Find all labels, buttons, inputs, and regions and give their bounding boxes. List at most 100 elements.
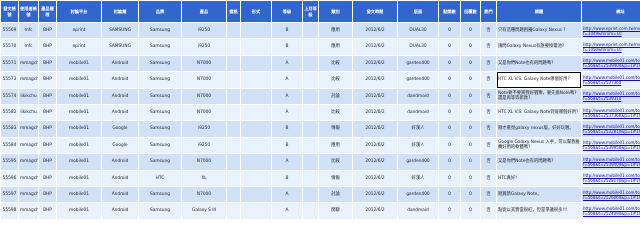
permission-cell: BHP — [39, 104, 56, 121]
board-cell: garden400 — [398, 72, 438, 88]
permission-cell: BHP — [39, 88, 56, 104]
views-cell: 0 — [439, 104, 460, 121]
url-link[interactable]: http://www.mobile01.com/topicdetail.php?… — [582, 88, 640, 104]
level-cell: A — [272, 55, 302, 72]
replies-cell: 0 — [461, 23, 480, 39]
views-cell: 0 — [439, 154, 460, 170]
table-row[interactable]: 55569 mfc BHP eprint SAMSUNG Samsung i9250 B 應用 2… — [1, 23, 640, 39]
table-row[interactable]: 55574 likikchu BHP mobile01 Android Samsung N7… — [1, 88, 640, 104]
title-cell: HTC XL V.S. Galaxy Note到底哪個好用? — [497, 104, 581, 121]
hot-cell: 否 — [481, 72, 496, 88]
column-header[interactable]: 點閱數 — [439, 1, 460, 22]
permission-cell: BHP — [39, 203, 56, 219]
column-header[interactable]: 類別 — [319, 1, 352, 22]
format-cell — [241, 88, 271, 104]
column-header[interactable]: 討論類 — [102, 1, 138, 22]
post-id-cell: 55596 — [1, 170, 18, 186]
hot-cell: 否 — [481, 203, 496, 219]
post-id-cell: 55571 — [1, 55, 18, 72]
url-link[interactable]: http://www.mobile01.com/topicdetail.php?… — [582, 72, 640, 88]
url-link[interactable]: http://www.mobile01.com/topicdetail.php?… — [582, 170, 640, 186]
board-cell: dandmaid — [398, 203, 438, 219]
type-cell: 情報 — [319, 170, 352, 186]
brand-cell: Samsung — [139, 39, 181, 55]
url-link[interactable]: http://www.mobile01.com/topicdetail.php?… — [582, 154, 640, 170]
column-header[interactable]: 等級 — [272, 1, 302, 22]
column-header[interactable]: 版面 — [398, 1, 438, 22]
column-header[interactable]: 產品 — [182, 1, 226, 22]
brand-cell: Samsung — [139, 55, 181, 72]
post-id-cell: 55598 — [1, 203, 18, 219]
table-row[interactable]: 55583mmagchuBHPmobile01GoogleSamsungi925… — [1, 121, 640, 137]
column-header[interactable]: 發文帳號 — [1, 1, 18, 22]
post-id-cell: 55582 — [1, 104, 18, 121]
views-cell: 0 — [439, 55, 460, 72]
format-cell — [241, 186, 271, 203]
date-cell: 2012/6/2 — [353, 55, 397, 72]
user-cell: mfc — [19, 23, 38, 39]
level-cell: A — [272, 203, 302, 219]
column-header[interactable]: 網址 — [582, 1, 640, 22]
type-cell: 比較 — [319, 104, 352, 121]
platform-cell: mobile01 — [57, 154, 101, 170]
views-cell: 0 — [439, 39, 460, 55]
table-row[interactable]: 55584mmagchuBHPmobile01GoogleSamsungi925… — [1, 137, 640, 154]
url-link[interactable]: http://www.mobile01.com/topicdetail.php?… — [582, 121, 640, 137]
column-header[interactable]: 使用者帳號 — [19, 1, 38, 22]
replies-cell: 0 — [461, 72, 480, 88]
column-header[interactable]: 討論平台 — [57, 1, 101, 22]
format-cell — [241, 55, 271, 72]
table-row[interactable]: 55570 mfc BHP eprint SAMSUNG Samsung i9250 B 應用 2… — [1, 39, 640, 55]
date-cell: 2012/6/2 — [353, 104, 397, 121]
data-table: 發文帳號 使用者帳號 產品權限 討論平台 討論類 品牌 產品 價格 形式 等級 … — [0, 0, 640, 220]
table-row[interactable]: 55596mmagchuBHPmobile01AndroidHTCXL B 情報20… — [1, 170, 640, 186]
url-link[interactable]: http://www.mobile01.com/topicdetail.php?… — [582, 137, 640, 154]
date-cell: 2012/6/2 — [353, 88, 397, 104]
user-cell: mmagchu — [19, 186, 38, 203]
post-id-cell: 55595 — [1, 154, 18, 170]
brand-cell: Samsung — [139, 88, 181, 104]
column-header[interactable]: 品牌 — [139, 1, 181, 22]
column-header[interactable]: 標題 — [497, 1, 581, 22]
url-link[interactable]: http://www.eprint.com.tw/modules/newbb/v… — [582, 23, 640, 39]
hot-cell: 否 — [481, 154, 496, 170]
type-cell: 應用 — [319, 137, 352, 154]
title-cell: 只有這種問題困擾Galaxy Nexus ? — [497, 23, 581, 39]
brand-cell: HTC — [139, 170, 181, 186]
last-level-cell — [303, 154, 318, 170]
platform-cell: mobile01 — [57, 104, 101, 121]
category-cell: SAMSUNG — [102, 39, 138, 55]
last-level-cell — [303, 23, 318, 39]
last-level-cell — [303, 39, 318, 55]
url-link[interactable]: http://www.mobile01.com/topicdetail.php?… — [582, 104, 640, 121]
format-cell — [241, 203, 271, 219]
permission-cell: BHP — [39, 186, 56, 203]
table-row[interactable]: 55597mmagchuBHPmobile01AndroidSamsungN70… — [1, 186, 640, 203]
type-cell: 比較 — [319, 154, 352, 170]
price-cell — [227, 104, 240, 121]
column-header[interactable]: 產品權限 — [39, 1, 56, 22]
hot-cell: 否 — [481, 121, 496, 137]
brand-cell: Samsung — [139, 186, 181, 203]
table-row[interactable]: 55573mmagchuBHPmobile01AndroidSamsungN70… — [1, 72, 640, 88]
column-header[interactable]: 發文時間 — [353, 1, 397, 22]
url-link[interactable]: http://www.mobile01.com/topicdetail.php?… — [582, 55, 640, 72]
column-header[interactable]: 形式 — [241, 1, 271, 22]
url-link[interactable]: http://www.mobile01.com/topicdetail.php?… — [582, 186, 640, 203]
url-link[interactable]: http://www.mobile01.com/topicdetail.php?… — [582, 203, 640, 219]
table-row[interactable]: 55571mmagchuBHPmobile01AndroidSamsungN70… — [1, 55, 640, 72]
permission-cell: BHP — [39, 39, 56, 55]
column-header[interactable]: 價格 — [227, 1, 240, 22]
board-cell: 好漢人 — [398, 137, 438, 154]
url-link[interactable]: http://www.eprint.com.tw/modules/newbb/v… — [582, 39, 640, 55]
column-header[interactable]: 上月等級 — [303, 1, 318, 22]
column-header[interactable]: 熱門 — [481, 1, 496, 22]
table-row[interactable]: 55582 likikchu BHP mobile01 Android Samsung N7… — [1, 104, 640, 121]
table-row[interactable]: 55598mmagchuBHPmobile01AndroidSamsungGal… — [1, 203, 640, 219]
views-cell: 0 — [439, 23, 460, 39]
column-header[interactable]: 回覆數 — [461, 1, 480, 22]
format-cell — [241, 170, 271, 186]
type-cell: 情報 — [319, 121, 352, 137]
table-row[interactable]: 55595mmagchuBHPmobile01AndroidSamsungN70… — [1, 154, 640, 170]
hot-cell: 否 — [481, 39, 496, 55]
